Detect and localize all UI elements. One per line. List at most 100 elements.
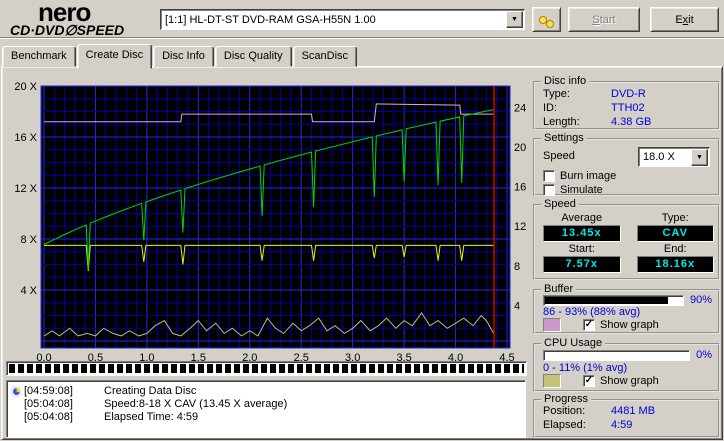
buffer-percent: 90% — [689, 294, 712, 306]
log-line: [05:04:08] Speed:8-18 X CAV (13.45 X ave… — [9, 398, 523, 411]
log-time: [05:04:08] — [24, 411, 73, 423]
drive-select-value: [1:1] HL-DT-ST DVD-RAM GSA-H55N 1.00 — [165, 13, 376, 26]
type-label: Type: — [661, 212, 689, 224]
tab-create-disc[interactable]: Create Disc — [76, 44, 153, 69]
cpu-show-graph-checkbox[interactable]: ✓ — [583, 375, 595, 387]
end-speed-value: 18.16x — [636, 256, 714, 273]
tab-disc-quality[interactable]: Disc Quality — [214, 46, 292, 67]
options-icon — [538, 16, 555, 28]
burn-image-label: Burn image — [560, 170, 617, 182]
right-axis-tick: 4 — [514, 300, 520, 312]
disc-length-value: 4.38 GB — [611, 116, 652, 128]
logo-speed: SPEED — [76, 22, 125, 38]
logo-nero-text: nero — [38, 0, 91, 27]
left-axis-tick: 16 X — [14, 132, 37, 144]
progress-group: Progress Position: 4481 MB Elapsed: 4:59 — [533, 393, 720, 438]
tab-strip: Benchmark Create Disc Disc Info Disc Qua… — [2, 44, 358, 69]
progress-title: Progress — [541, 393, 592, 405]
position-value: 4481 MB — [611, 405, 656, 417]
log-time: [05:04:08] — [24, 398, 73, 410]
burn-status-icon — [11, 386, 22, 397]
exit-label: it — [688, 13, 694, 26]
average-value: 13.45x — [543, 225, 621, 242]
average-label: Average — [561, 212, 603, 224]
speed-setting-label: Speed — [543, 150, 575, 162]
nero-logo: nero CD·DVD∅SPEED — [10, 0, 160, 37]
tab-benchmark[interactable]: Benchmark — [2, 46, 76, 67]
elapsed-value: 4:59 — [611, 419, 633, 431]
tab-disc-info[interactable]: Disc Info — [153, 46, 214, 67]
options-button[interactable] — [532, 7, 561, 32]
left-axis-tick: 20 X — [14, 81, 37, 93]
write-progress-bar — [6, 361, 527, 376]
buffer-range: 86 - 93% (88% avg) — [543, 306, 641, 318]
right-axis-tick: 8 — [514, 261, 520, 273]
cpu-usage-title: CPU Usage — [541, 337, 606, 349]
disc-id-label: ID: — [543, 102, 558, 114]
disc-length-label: Length: — [543, 116, 580, 128]
chevron-down-icon[interactable]: ▼ — [691, 148, 708, 166]
left-axis-tick: 12 X — [14, 183, 37, 195]
log-message: Creating Data Disc — [104, 385, 197, 397]
speed-select[interactable]: 18.0 X ▼ — [638, 147, 710, 167]
disc-info-title: Disc info — [541, 75, 590, 87]
speed-chart: 20 X16 X12 X8 X4 X24201612840.0 0.5 1.0 1.5… — [14, 81, 526, 363]
speed-title: Speed — [541, 198, 579, 210]
buffer-swatch — [543, 318, 561, 332]
simulate-label: Simulate — [560, 184, 603, 196]
position-label: Position: — [543, 405, 586, 417]
left-axis-tick: 8 X — [20, 234, 37, 246]
start-label: tart — [599, 13, 616, 26]
burn-image-checkbox[interactable] — [543, 170, 555, 182]
right-axis-tick: 24 — [514, 102, 526, 114]
buffer-group: Buffer 90% 86 - 93% (88% avg) ✓ Show gra… — [533, 283, 720, 334]
log-message: Elapsed Time: 4:59 — [104, 411, 199, 423]
cpu-range: 0 - 11% (1% avg) — [543, 362, 628, 374]
app-window: nero CD·DVD∅SPEED [1:1] HL-DT-ST DVD-RAM… — [0, 0, 724, 441]
logo-cddvd: CD·DVD — [10, 22, 65, 38]
chevron-down-icon[interactable]: ▼ — [506, 11, 523, 28]
buffer-meter-fill — [545, 296, 669, 304]
elapsed-label: Elapsed: — [543, 419, 586, 431]
logo-cdspeed-text: CD·DVD∅SPEED — [10, 23, 160, 37]
buffer-show-graph-label: Show graph — [600, 319, 659, 331]
log-line: [05:04:08] Elapsed Time: 4:59 — [9, 411, 523, 424]
start-label-accel: S — [592, 13, 600, 26]
type-value: CAV — [636, 225, 714, 242]
start-speed-label: Start: — [568, 243, 595, 255]
right-axis-tick: 20 — [514, 142, 526, 154]
start-button[interactable]: Start — [568, 7, 640, 32]
drive-select[interactable]: [1:1] HL-DT-ST DVD-RAM GSA-H55N 1.00 ▼ — [160, 9, 525, 30]
settings-title: Settings — [541, 132, 587, 144]
right-axis-tick: 16 — [514, 182, 526, 194]
cpu-show-graph-label: Show graph — [600, 375, 659, 387]
settings-group: Settings Speed 18.0 X ▼ Burn image Simul… — [533, 132, 720, 196]
buffer-meter — [543, 294, 684, 306]
disc-type-value: DVD-R — [611, 88, 646, 100]
cpu-meter — [543, 349, 691, 361]
disc-id-value: TTH02 — [611, 102, 645, 114]
cpu-usage-group: CPU Usage 0% 0 - 11% (1% avg) ✓ Show gra… — [533, 337, 720, 392]
cpu-swatch — [543, 374, 561, 388]
log-message: Speed:8-18 X CAV (13.45 X average) — [104, 398, 288, 410]
right-axis-tick: 12 — [514, 221, 526, 233]
simulate-checkbox[interactable] — [543, 184, 555, 196]
disc-type-label: Type: — [543, 88, 570, 100]
speed-group: Speed Average Type: 13.45x CAV Start: En… — [533, 198, 720, 280]
speed-select-value: 18.0 X — [643, 151, 675, 163]
cpu-percent: 0% — [696, 349, 712, 361]
disc-info-group: Disc info Type: DVD-R ID: TTH02 Length: 4.3… — [533, 75, 720, 130]
start-speed-value: 7.57x — [543, 256, 621, 273]
exit-label-pre: E — [675, 13, 683, 26]
write-progress-fill — [9, 364, 524, 373]
log-time: [04:59:08] — [24, 385, 73, 397]
buffer-show-graph-checkbox[interactable]: ✓ — [583, 319, 595, 331]
disc-icon: ∅ — [64, 22, 77, 38]
header-divider — [0, 37, 724, 39]
log-line: [04:59:08] Creating Data Disc — [9, 385, 523, 398]
end-speed-label: End: — [663, 243, 687, 255]
exit-button[interactable]: Ex it — [650, 7, 719, 32]
left-axis-tick: 4 X — [20, 285, 37, 297]
log-box: [04:59:08] Creating Data Disc [05:04:08]… — [6, 380, 526, 438]
tab-scandisc[interactable]: ScanDisc — [292, 46, 358, 67]
